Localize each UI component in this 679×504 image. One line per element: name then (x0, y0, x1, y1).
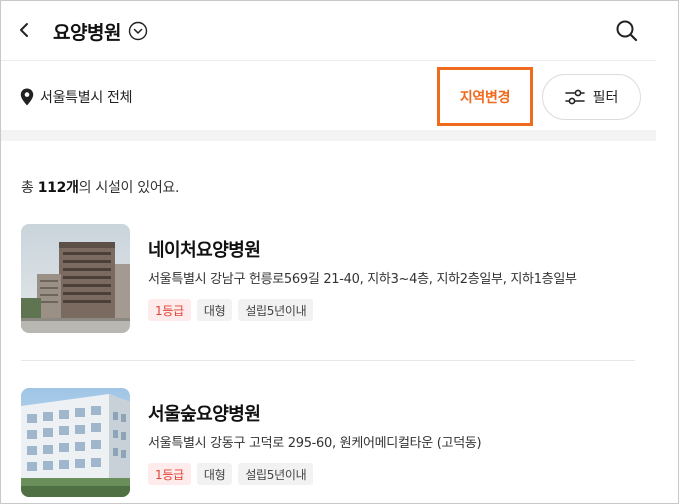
back-button[interactable] (15, 17, 35, 43)
result-count-prefix: 총 (21, 180, 38, 196)
facility-name: 서울숲요양병원 (148, 404, 261, 425)
facility-list-item[interactable]: 네이처요양병원 서울특별시 강남구 헌릉로569길 21-40, 지하3~4층,… (1, 224, 656, 364)
facility-tags: 1등급 대형 설립5년이내 (148, 299, 314, 321)
grade-badge: 1등급 (148, 299, 191, 321)
grade-badge: 1등급 (148, 463, 191, 485)
location-label: 서울특별시 전체 (40, 90, 133, 106)
change-region-button[interactable]: 지역변경 (437, 67, 533, 126)
facility-name: 네이처요양병원 (148, 240, 261, 261)
size-badge: 대형 (196, 299, 233, 321)
outer-margin (656, 1, 678, 503)
established-badge: 설립5년이내 (238, 299, 314, 321)
chevron-left-icon (20, 23, 28, 37)
section-separator (1, 130, 656, 141)
current-location: 서울특별시 전체 (20, 87, 133, 107)
facility-tags: 1등급 대형 설립5년이내 (148, 463, 314, 485)
search-icon (616, 20, 638, 42)
size-badge: 대형 (196, 463, 233, 485)
established-badge: 설립5년이내 (238, 463, 314, 485)
location-bar: 서울특별시 전체 지역변경 필터 (1, 62, 656, 129)
facility-thumbnail (21, 224, 130, 333)
page-title: 요양병원 (53, 21, 121, 44)
result-count-number: 112개 (37, 180, 79, 196)
filter-button[interactable]: 필터 (542, 74, 641, 120)
result-count: 총 112개의 시설이 있어요. (21, 177, 179, 197)
sliders-icon (564, 89, 585, 105)
facility-address: 서울특별시 강동구 고덕로 295-60, 원케어메디컬타운 (고덕동) (148, 436, 482, 451)
filter-label: 필터 (592, 90, 619, 106)
result-count-suffix: 의 시설이 있어요. (78, 180, 180, 196)
facility-thumbnail (21, 388, 130, 497)
app-screen: 요양병원 서울특별시 전체 지역변경 필터 총 112개의 시설이 있어요. 네… (1, 1, 656, 503)
top-app-bar: 요양병원 (1, 1, 656, 61)
facility-address: 서울특별시 강남구 헌릉로569길 21-40, 지하3~4층, 지하2층일부,… (148, 272, 577, 287)
category-selector[interactable]: 요양병원 (53, 16, 148, 46)
facility-list-item[interactable]: 서울숲요양병원 서울특별시 강동구 고덕로 295-60, 원케어메디컬타운 (… (1, 388, 656, 503)
map-pin-icon (20, 88, 34, 106)
search-button[interactable] (614, 18, 640, 44)
chevron-down-circle-icon (128, 21, 148, 41)
list-divider (21, 360, 635, 361)
